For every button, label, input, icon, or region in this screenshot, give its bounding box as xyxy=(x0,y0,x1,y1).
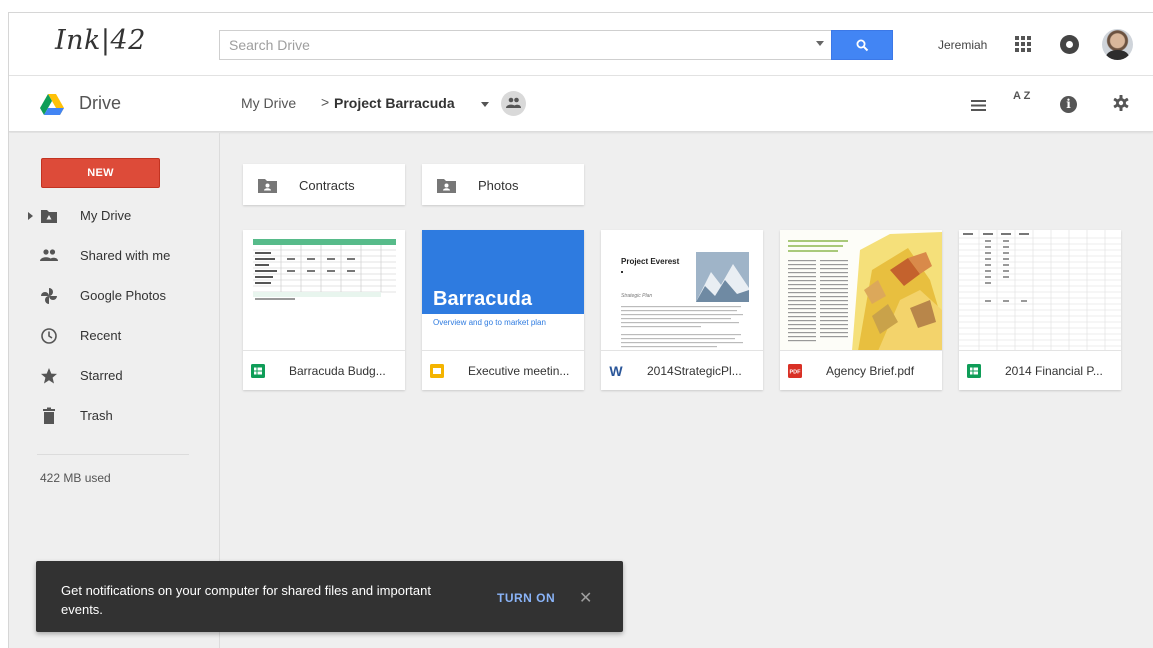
file-thumbnail xyxy=(959,230,1121,351)
close-icon[interactable]: ✕ xyxy=(579,588,592,608)
sheets-file-icon xyxy=(251,364,265,378)
file-thumbnail: Project Everest Strategic Plan xyxy=(601,230,763,351)
drive-folder-icon xyxy=(41,210,57,223)
search-button[interactable] xyxy=(831,30,893,60)
sort-az-icon[interactable]: A Z xyxy=(1013,90,1031,102)
sidebar-item-label: Trash xyxy=(80,408,113,423)
sidebar-item-label: Google Photos xyxy=(80,288,167,303)
file-card-strategic-plan[interactable]: Project Everest Strategic Plan W 2014Str… xyxy=(601,230,763,390)
sidebar-item-google-photos[interactable]: Google Photos xyxy=(9,281,220,311)
sidebar-item-starred[interactable]: Starred xyxy=(9,361,220,391)
sidebar-item-label: My Drive xyxy=(80,208,132,223)
info-icon[interactable]: i xyxy=(1060,96,1077,113)
company-logo[interactable]: Ink|42 xyxy=(55,25,146,56)
sidebar-divider xyxy=(37,454,189,455)
file-thumbnail xyxy=(243,230,405,351)
breadcrumb-my-drive[interactable]: My Drive xyxy=(241,95,296,111)
username[interactable]: Jeremiah xyxy=(938,38,987,52)
folder-menu-chevron-down-icon[interactable] xyxy=(481,102,489,107)
trash-icon xyxy=(43,407,55,424)
list-view-icon[interactable] xyxy=(971,100,986,111)
avatar[interactable] xyxy=(1102,29,1133,60)
gear-icon[interactable] xyxy=(1113,95,1129,111)
sheets-file-icon xyxy=(967,364,981,378)
storage-usage[interactable]: 422 MB used xyxy=(40,471,111,485)
sort-label: A Z xyxy=(1013,90,1031,102)
file-name: Executive meetin... xyxy=(468,364,570,378)
shared-folder-icon xyxy=(437,179,456,193)
search-box xyxy=(219,30,893,60)
file-name: Agency Brief.pdf xyxy=(826,364,915,378)
folder-contracts[interactable]: Contracts xyxy=(243,164,405,205)
file-card-barracuda-budget[interactable]: Barracuda Budg... xyxy=(243,230,405,390)
shared-folder-people-icon[interactable] xyxy=(501,91,526,116)
file-name: Barracuda Budg... xyxy=(289,364,386,378)
svg-text:W: W xyxy=(609,364,623,378)
breadcrumb-current-folder[interactable]: Project Barracuda xyxy=(334,95,455,111)
notifications-icon[interactable] xyxy=(1060,35,1079,54)
pinwheel-icon xyxy=(41,288,57,304)
snackbar-message: Get notifications on your computer for s… xyxy=(61,583,431,617)
file-name: 2014 Financial P... xyxy=(1005,364,1103,378)
folder-name: Contracts xyxy=(299,178,355,193)
search-options-caret-icon[interactable] xyxy=(816,41,824,46)
folder-name: Photos xyxy=(478,178,519,193)
file-thumbnail xyxy=(780,230,942,351)
pdf-file-icon: PDF xyxy=(788,364,802,378)
app-title[interactable]: Drive xyxy=(79,93,121,114)
sidebar-item-label: Recent xyxy=(80,328,122,343)
star-icon xyxy=(41,368,57,384)
sidebar-item-my-drive[interactable]: My Drive xyxy=(9,201,220,231)
word-file-icon: W xyxy=(609,364,623,378)
app-window: Ink|42 Jeremiah Drive My Drive > Project… xyxy=(8,12,1153,648)
top-bar: Ink|42 Jeremiah xyxy=(9,13,1153,76)
apps-grid-icon[interactable] xyxy=(1015,36,1031,52)
sidebar-item-label: Starred xyxy=(80,368,123,383)
sidebar-item-shared-with-me[interactable]: Shared with me xyxy=(9,241,220,271)
file-thumbnail: Barracuda Overview and go to market plan xyxy=(422,230,584,351)
folder-photos[interactable]: Photos xyxy=(422,164,584,205)
turn-on-button[interactable]: TURN ON xyxy=(497,591,555,605)
file-name: 2014StrategicPl... xyxy=(647,364,742,378)
sidebar-item-label: Shared with me xyxy=(80,248,171,263)
slide-thumb-subtitle: Overview and go to market plan xyxy=(433,318,546,327)
svg-text:PDF: PDF xyxy=(790,370,802,376)
file-card-executive-meeting[interactable]: Barracuda Overview and go to market plan… xyxy=(422,230,584,390)
slides-file-icon xyxy=(430,364,444,378)
clock-icon xyxy=(41,328,57,344)
search-icon xyxy=(856,39,869,52)
sidebar-item-trash[interactable]: Trash xyxy=(9,401,220,431)
file-card-financial-plan[interactable]: 2014 Financial P... xyxy=(959,230,1121,390)
file-card-agency-brief[interactable]: PDF Agency Brief.pdf xyxy=(780,230,942,390)
notification-snackbar: Get notifications on your computer for s… xyxy=(36,561,623,632)
people-icon xyxy=(40,249,58,261)
breadcrumb-separator: > xyxy=(321,94,330,110)
slide-thumb-title: Barracuda xyxy=(433,288,532,310)
expand-arrow-icon[interactable] xyxy=(28,212,33,220)
drive-logo-icon xyxy=(40,94,64,115)
new-button[interactable]: NEW xyxy=(41,158,160,188)
search-input[interactable] xyxy=(220,31,810,59)
shared-folder-icon xyxy=(258,179,277,193)
sidebar-item-recent[interactable]: Recent xyxy=(9,321,220,351)
drive-toolbar: Drive My Drive > Project Barracuda A Z i xyxy=(9,76,1153,132)
